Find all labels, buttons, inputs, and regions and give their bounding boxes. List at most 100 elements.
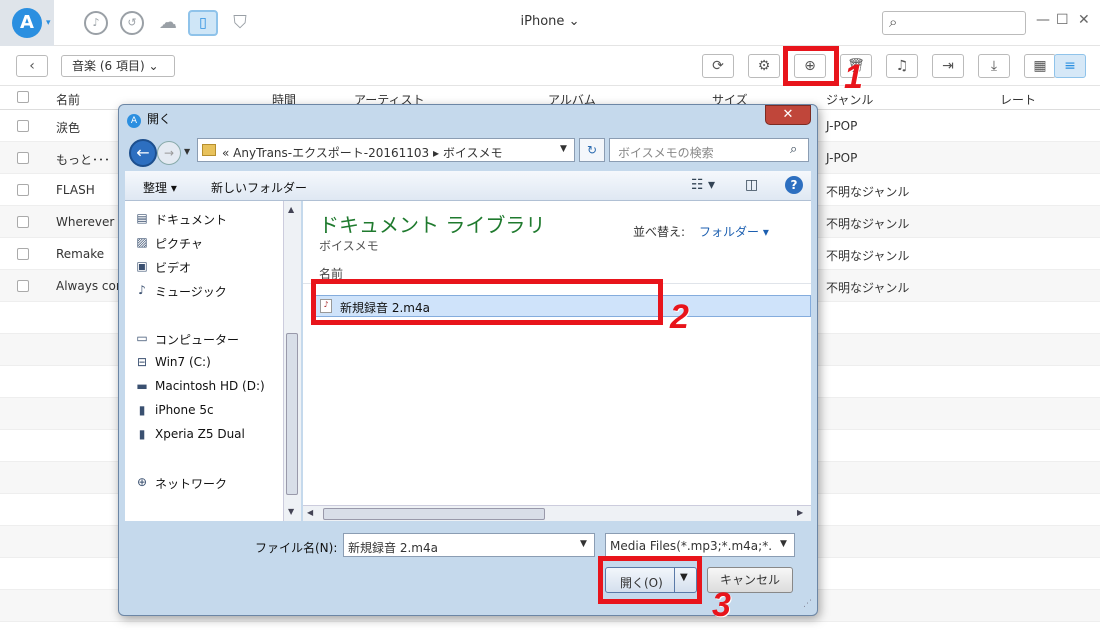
computer-icon: ▭ bbox=[136, 331, 148, 345]
download-button[interactable]: ⤓ bbox=[978, 54, 1010, 78]
refresh-button[interactable]: ⟳ bbox=[702, 54, 734, 78]
dialog-close-button[interactable]: ✕ bbox=[765, 105, 811, 125]
nav-item-macintosh-hd[interactable]: Macintosh HD (D:) bbox=[155, 379, 265, 393]
song-genre: 不明なジャンル bbox=[826, 217, 910, 231]
view-options-icon[interactable]: ☷ ▾ bbox=[691, 177, 715, 193]
grid-view-button[interactable]: ▦ bbox=[1024, 54, 1056, 78]
device-title: iPhone bbox=[520, 14, 565, 29]
phone-nav-icon[interactable]: ▯ bbox=[188, 10, 218, 36]
nav-item-xperia[interactable]: Xperia Z5 Dual bbox=[155, 427, 245, 441]
music-circle-icon: ♫ bbox=[895, 58, 909, 74]
scroll-down-icon[interactable]: ▼ bbox=[288, 507, 294, 516]
arrow-left-icon: ← bbox=[136, 143, 150, 162]
song-name: Remake bbox=[56, 247, 105, 261]
filename-input[interactable]: 新規録音 2.m4a ▼ bbox=[343, 533, 595, 557]
scroll-thumb[interactable] bbox=[323, 508, 545, 520]
nav-item-win7[interactable]: Win7 (C:) bbox=[155, 355, 211, 369]
app-logo[interactable]: A ▾ bbox=[0, 0, 54, 46]
step3-number: 3 bbox=[712, 586, 731, 624]
organize-menu[interactable]: 整理 ▾ bbox=[143, 179, 177, 196]
maximize-icon[interactable]: ☐ bbox=[1056, 12, 1069, 28]
folder-search-input[interactable]: ボイスメモの検索 ⌕ bbox=[609, 138, 809, 162]
dialog-title-bar: A 開く bbox=[127, 110, 171, 128]
step1-highlight bbox=[783, 46, 839, 86]
history-nav-icon[interactable]: ↺ bbox=[120, 11, 144, 35]
to-pc-button[interactable]: ⇥ bbox=[932, 54, 964, 78]
song-genre: 不明なジャンル bbox=[826, 185, 910, 199]
gear-icon: ⚙ bbox=[757, 58, 771, 74]
preview-pane-icon[interactable]: ◫ bbox=[745, 177, 758, 193]
export-icon: ⇥ bbox=[942, 58, 954, 74]
row-checkbox[interactable] bbox=[17, 152, 29, 164]
refresh-button[interactable]: ↻ bbox=[579, 138, 605, 162]
chevron-down-icon[interactable]: ▼ bbox=[560, 144, 567, 154]
nav-item-network[interactable]: ネットワーク bbox=[155, 475, 227, 492]
nav-item-computer[interactable]: コンピューター bbox=[155, 331, 239, 348]
step1-number: 1 bbox=[844, 58, 863, 96]
top-search-input[interactable]: ⌕ bbox=[882, 11, 1026, 35]
scroll-up-icon[interactable]: ▲ bbox=[288, 205, 294, 214]
nav-scrollbar[interactable]: ▲ ▼ bbox=[283, 201, 301, 521]
device-selector[interactable]: iPhone ⌄ bbox=[500, 14, 600, 29]
row-checkbox[interactable] bbox=[17, 280, 29, 292]
col-rate[interactable]: レート bbox=[1000, 91, 1036, 108]
phone-icon: ▮ bbox=[138, 403, 146, 417]
main-toolbar: ‹ 音楽 (6 項目) ⌄ ⟳ ⚙ ⊕ 🗑 ♫ ⇥ ⤓ ▦ ≡ bbox=[0, 46, 1100, 86]
scroll-thumb[interactable] bbox=[286, 333, 298, 495]
nav-item-documents[interactable]: ドキュメント bbox=[155, 211, 227, 228]
open-file-dialog: A 開く ✕ ← → ▼ « AnyTrans-エクスポート-20161103 ▸… bbox=[118, 104, 818, 616]
folder-icon bbox=[202, 144, 216, 156]
select-all-checkbox[interactable] bbox=[17, 91, 29, 103]
list-view-button[interactable]: ≡ bbox=[1054, 54, 1086, 78]
chevron-down-icon[interactable]: ▼ bbox=[580, 539, 587, 549]
dialog-title: 開く bbox=[147, 112, 172, 126]
filetype-select[interactable]: Media Files(*.mp3;*.m4a;*. ▼ bbox=[605, 533, 795, 557]
filename-value: 新規録音 2.m4a bbox=[348, 541, 438, 555]
network-icon: ⊕ bbox=[136, 475, 148, 489]
library-title: ドキュメント ライブラリ bbox=[319, 213, 546, 237]
document-icon: ▤ bbox=[136, 211, 148, 225]
resize-grip-icon[interactable]: ⋰ bbox=[803, 599, 812, 609]
col-name[interactable]: 名前 bbox=[56, 91, 80, 108]
row-checkbox[interactable] bbox=[17, 216, 29, 228]
song-name: もっと･･･ bbox=[56, 153, 111, 167]
nav-item-pictures[interactable]: ピクチャ bbox=[155, 235, 203, 252]
scroll-right-icon[interactable]: ▶ bbox=[797, 508, 803, 517]
music-icon: ♪ bbox=[138, 283, 146, 297]
row-checkbox[interactable] bbox=[17, 184, 29, 196]
nav-back-button[interactable]: ← bbox=[129, 139, 157, 167]
row-checkbox[interactable] bbox=[17, 120, 29, 132]
song-genre: J-POP bbox=[826, 119, 858, 133]
address-bar[interactable]: « AnyTrans-エクスポート-20161103 ▸ ボイスメモ ▼ bbox=[197, 138, 575, 162]
itunes-button[interactable]: ♫ bbox=[886, 54, 918, 78]
download-icon: ⤓ bbox=[990, 58, 998, 74]
settings-button[interactable]: ⚙ bbox=[748, 54, 780, 78]
category-select[interactable]: 音楽 (6 項目) ⌄ bbox=[61, 55, 175, 77]
minimize-icon[interactable]: — bbox=[1036, 12, 1050, 28]
nav-item-videos[interactable]: ビデオ bbox=[155, 259, 191, 276]
shirt-nav-icon[interactable]: ⛉ bbox=[228, 11, 252, 35]
nav-forward-button[interactable]: → bbox=[157, 141, 181, 165]
nav-item-music[interactable]: ミュージック bbox=[155, 283, 227, 300]
sort-dropdown[interactable]: フォルダー ▾ bbox=[699, 223, 769, 240]
cloud-nav-icon[interactable]: ☁ bbox=[156, 11, 180, 35]
recent-locations-dropdown[interactable]: ▼ bbox=[184, 147, 190, 156]
help-icon[interactable]: ? bbox=[785, 176, 803, 194]
back-button[interactable]: ‹ bbox=[16, 55, 48, 77]
scroll-left-icon[interactable]: ◀ bbox=[307, 508, 313, 517]
grid-icon: ▦ bbox=[1033, 58, 1047, 74]
row-checkbox[interactable] bbox=[17, 248, 29, 260]
filetype-value: Media Files(*.mp3;*.m4a;*. bbox=[610, 539, 773, 553]
nav-item-iphone[interactable]: iPhone 5c bbox=[155, 403, 214, 417]
refresh-icon: ⟳ bbox=[712, 58, 724, 74]
refresh-icon: ↻ bbox=[586, 143, 598, 157]
song-name: 涙色 bbox=[56, 121, 81, 135]
new-folder-button[interactable]: 新しいフォルダー bbox=[211, 179, 307, 196]
phone-icon: ▮ bbox=[138, 427, 146, 441]
music-nav-icon[interactable]: ♪ bbox=[84, 11, 108, 35]
horizontal-scrollbar[interactable]: ◀ ▶ bbox=[303, 505, 811, 521]
step3-highlight bbox=[598, 556, 702, 604]
song-genre: J-POP bbox=[826, 151, 858, 165]
close-icon[interactable]: ✕ bbox=[1078, 12, 1090, 28]
dialog-toolbar: 整理 ▾ 新しいフォルダー ☷ ▾ ◫ ? bbox=[125, 171, 811, 201]
